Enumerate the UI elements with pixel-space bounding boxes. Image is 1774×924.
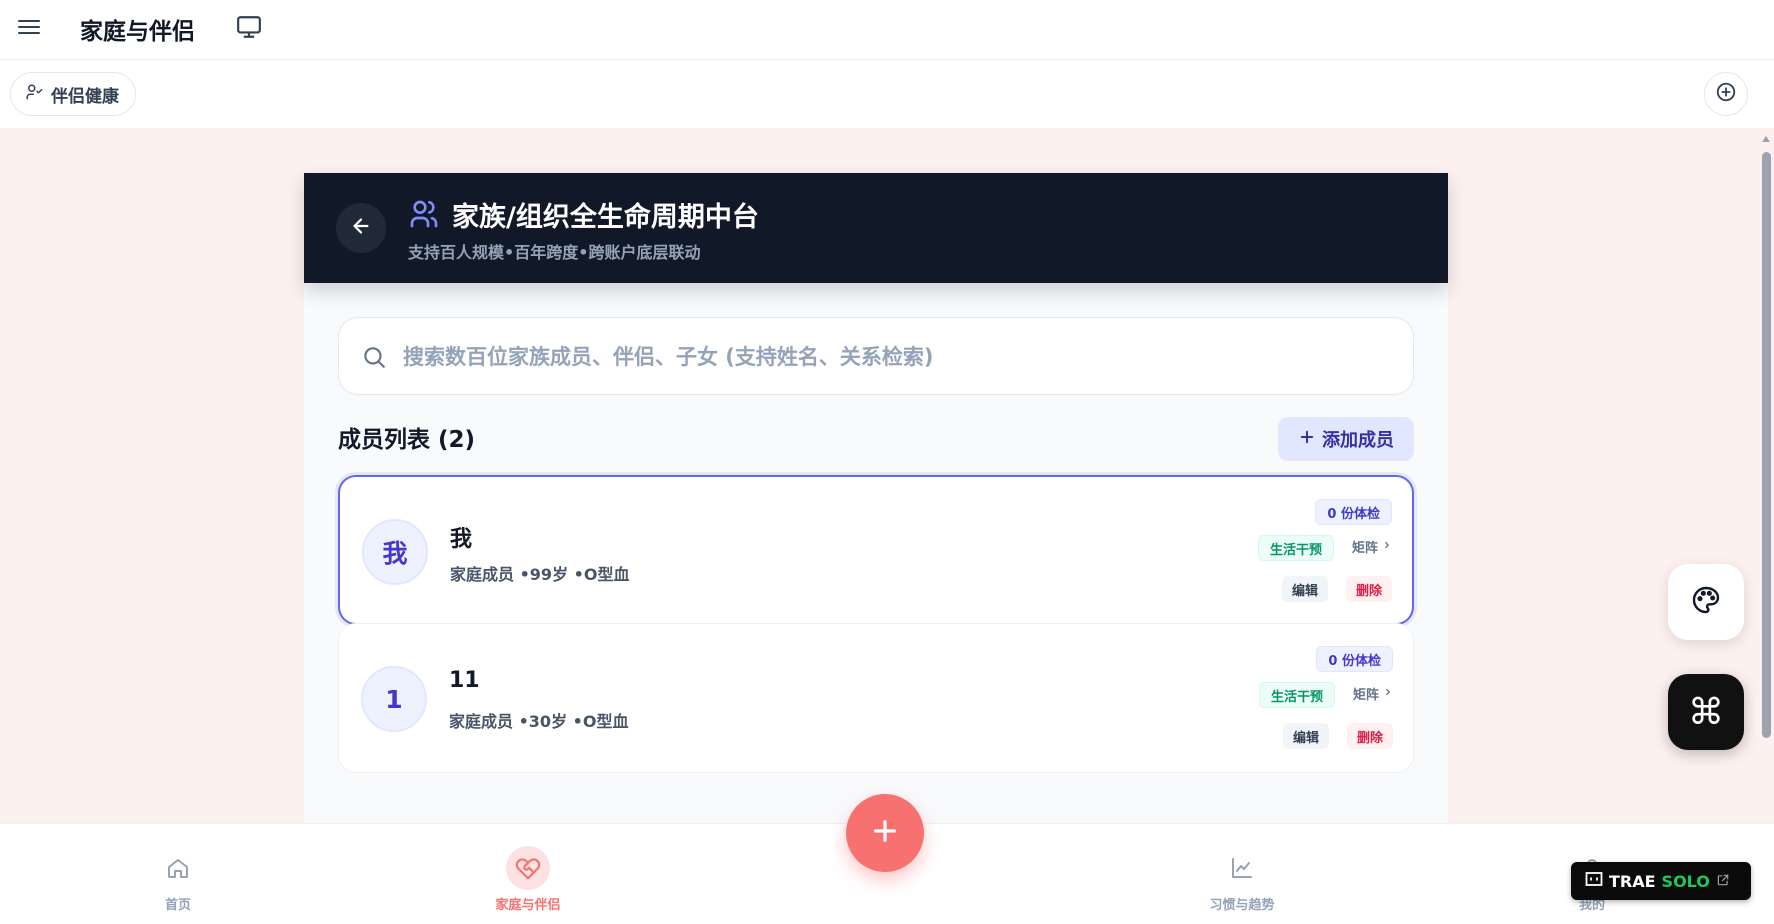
tab-partner-health[interactable]: 伴侣健康: [10, 72, 136, 116]
command-menu-button[interactable]: ⌘: [1668, 674, 1744, 750]
edit-button[interactable]: 编辑: [1281, 576, 1328, 602]
exam-count-badge[interactable]: 0 份体检: [1315, 499, 1392, 525]
heart-handshake-icon: [506, 846, 550, 890]
matrix-label: 矩阵: [1351, 541, 1378, 556]
lifestyle-intervention-badge[interactable]: 生活干预: [1258, 682, 1335, 708]
palette-icon: [1690, 584, 1722, 620]
member-search: [338, 317, 1414, 395]
trae-product: SOLO: [1661, 871, 1710, 891]
search-input[interactable]: [403, 334, 1393, 380]
plus-circle-icon: [1715, 81, 1737, 107]
nav-family-partner[interactable]: 家庭与伴侣: [448, 824, 608, 924]
member-card[interactable]: 1 11 家庭成员 •30岁 •O型血 0 份体检 生活干预 矩阵 编辑 删除: [338, 623, 1414, 773]
page-scrollbar[interactable]: [1760, 136, 1772, 738]
command-icon: ⌘: [1688, 691, 1724, 733]
lifestyle-intervention-badge[interactable]: 生活干预: [1257, 535, 1334, 561]
arrow-left-icon: [350, 215, 372, 241]
users-icon: [408, 198, 440, 230]
plus-icon: [1298, 428, 1316, 451]
nav-home[interactable]: 首页: [98, 824, 258, 924]
top-bar: 家庭与伴侣: [0, 0, 1774, 60]
add-tab-button[interactable]: [1704, 72, 1748, 116]
avatar: 1: [361, 666, 427, 732]
user-check-icon: [25, 83, 43, 106]
tab-label: 伴侣健康: [51, 86, 119, 107]
menu-icon[interactable]: [18, 16, 40, 38]
scroll-up-arrow[interactable]: [1762, 136, 1770, 142]
plus-icon: [869, 815, 901, 851]
search-icon: [361, 344, 387, 370]
scroll-thumb[interactable]: [1762, 152, 1771, 738]
member-card[interactable]: 我 我 家庭成员 •99岁 •O型血 0 份体检 生活干预 矩阵 编辑 删除: [338, 475, 1414, 625]
trae-logo-icon: [1585, 871, 1603, 891]
theme-palette-button[interactable]: [1668, 564, 1744, 640]
center-add-button[interactable]: [846, 794, 924, 872]
add-member-label: 添加成员: [1322, 430, 1394, 451]
chart-line-icon: [1220, 846, 1264, 890]
chevron-right-icon: [1382, 539, 1392, 554]
back-button[interactable]: [336, 203, 386, 253]
home-icon: [156, 846, 200, 890]
add-member-button[interactable]: 添加成员: [1278, 417, 1414, 461]
chevron-right-icon: [1383, 686, 1393, 701]
members-list-title: 成员列表 (2): [338, 427, 476, 453]
member-name: 11: [449, 668, 480, 693]
hero-title: 家族/组织全生命周期中台: [452, 202, 759, 233]
trae-solo-badge[interactable]: TRAE SOLO: [1571, 862, 1751, 900]
edit-button[interactable]: 编辑: [1282, 723, 1329, 749]
tab-row: 伴侣健康: [0, 60, 1774, 128]
external-link-icon: [1716, 872, 1730, 891]
app-title: 家庭与伴侣: [80, 19, 195, 45]
family-panel: 家族/组织全生命周期中台 支持百人规模•百年跨度•跨账户底层联动 成员列表 (2…: [304, 173, 1448, 823]
hero-subtitle: 支持百人规模•百年跨度•跨账户底层联动: [408, 243, 701, 262]
delete-button[interactable]: 删除: [1346, 723, 1393, 749]
nav-label: 习惯与趋势: [1209, 898, 1275, 913]
matrix-link[interactable]: 矩阵: [1352, 537, 1392, 556]
member-meta: 家庭成员 •99岁 •O型血: [450, 565, 630, 584]
hero-header: 家族/组织全生命周期中台 支持百人规模•百年跨度•跨账户底层联动: [304, 173, 1448, 283]
matrix-link[interactable]: 矩阵: [1353, 684, 1393, 703]
nav-label: 首页: [164, 898, 191, 913]
exam-count-badge[interactable]: 0 份体检: [1316, 646, 1393, 672]
monitor-icon[interactable]: [236, 14, 264, 42]
member-meta: 家庭成员 •30岁 •O型血: [449, 712, 629, 731]
delete-button[interactable]: 删除: [1345, 576, 1392, 602]
nav-habits-trends[interactable]: 习惯与趋势: [1162, 824, 1322, 924]
member-name: 我: [450, 527, 473, 552]
nav-label: 家庭与伴侣: [495, 898, 561, 913]
bottom-navigation: 首页 家庭与伴侣 习惯与趋势 我的: [0, 794, 1774, 924]
trae-brand: TRAE: [1609, 871, 1656, 891]
matrix-label: 矩阵: [1352, 688, 1379, 703]
main-area: 家族/组织全生命周期中台 支持百人规模•百年跨度•跨账户底层联动 成员列表 (2…: [0, 128, 1774, 823]
avatar: 我: [362, 519, 428, 585]
